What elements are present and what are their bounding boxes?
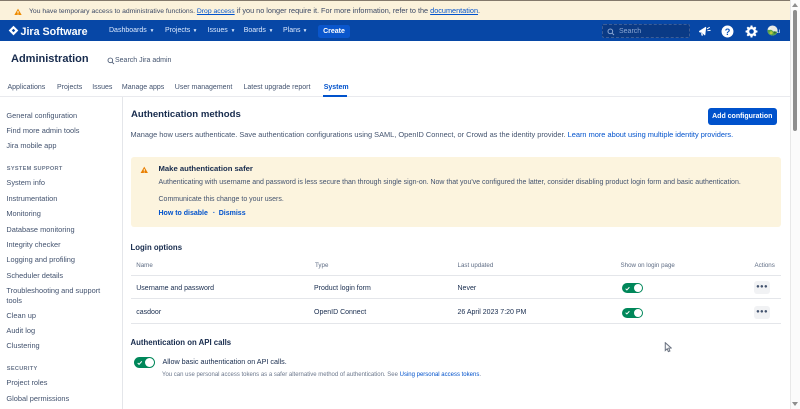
svg-text:?: ? (725, 26, 731, 36)
